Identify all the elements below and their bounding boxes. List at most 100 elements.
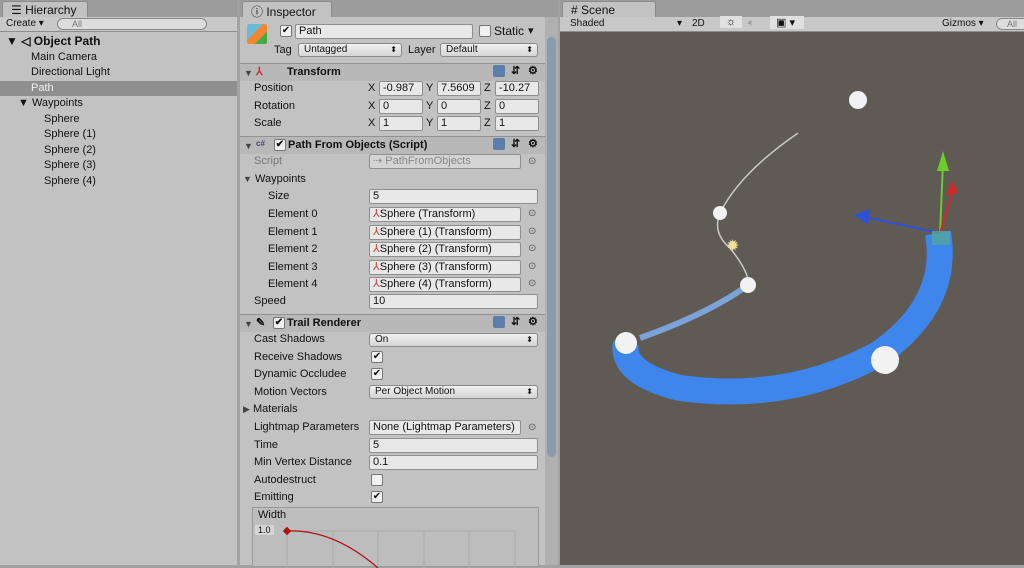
active-checkbox[interactable]: ✔	[280, 25, 292, 37]
layer-dropdown[interactable]: Default	[440, 43, 538, 57]
hierarchy-item[interactable]: Sphere	[0, 112, 237, 127]
axis-label: Y	[426, 99, 434, 112]
object-picker-icon[interactable]: ⊙	[528, 261, 536, 272]
width-curve-editor[interactable]: Width 1.0	[252, 507, 539, 568]
axis-label: Y	[426, 117, 434, 129]
2d-toggle[interactable]: 2D	[692, 18, 705, 29]
hierarchy-item-selected[interactable]: Path	[0, 81, 237, 96]
transform-scale-y-field[interactable]: 1	[437, 116, 481, 131]
element-label: Element 1	[268, 225, 318, 238]
element-object-field[interactable]: ⅄Sphere (3) (Transform)	[369, 259, 521, 275]
trail-thin	[716, 132, 799, 286]
waypoint-sphere[interactable]	[849, 91, 867, 109]
audio-toggle-icon[interactable]: 🔈︎	[748, 17, 755, 30]
tag-dropdown[interactable]: Untagged	[298, 43, 402, 57]
waypoint-sphere[interactable]	[740, 277, 756, 293]
waypoint-sphere[interactable]	[713, 206, 727, 220]
emitting-checkbox[interactable]: ✔	[371, 491, 383, 503]
hierarchy-item[interactable]: Sphere (4)	[0, 174, 237, 189]
tab-hierarchy[interactable]: ☰ Hierarchy	[2, 1, 88, 17]
hierarchy-item[interactable]: Main Camera	[0, 50, 237, 65]
shading-dropdown[interactable]: Shaded ▾	[570, 18, 682, 29]
axis-label: Y	[426, 82, 434, 94]
scene-search-input[interactable]	[996, 18, 1024, 30]
help-icon[interactable]	[493, 65, 505, 77]
scene-viewport[interactable]: ✹	[560, 33, 1024, 565]
gear-icon[interactable]: ⚙	[528, 137, 538, 150]
light-gizmo-icon[interactable]: ✹	[726, 238, 739, 255]
hierarchy-item[interactable]: Sphere (3)	[0, 158, 237, 173]
gizmos-dropdown[interactable]: Gizmos ▾	[942, 18, 984, 29]
hierarchy-item[interactable]: ▼ Waypoints	[0, 96, 237, 111]
element-object-field[interactable]: ⅄Sphere (Transform)	[369, 207, 521, 222]
receive-shadows-checkbox[interactable]: ✔	[371, 351, 383, 363]
lightmap-field[interactable]: None (Lightmap Parameters)	[369, 420, 521, 435]
transform-position-z-field[interactable]: -10.27	[495, 81, 539, 96]
effects-toggle-icon[interactable]: ▣ ▾	[770, 16, 804, 29]
path-script-header[interactable]: ▼ c# ✔ Path From Objects (Script) ⇵ ⚙	[240, 136, 545, 154]
name-field[interactable]: Path	[295, 24, 473, 39]
hierarchy-item[interactable]: Sphere (2)	[0, 143, 237, 158]
hierarchy-item[interactable]: Directional Light	[0, 65, 237, 80]
object-picker-icon[interactable]: ⊙	[528, 208, 536, 219]
gear-icon[interactable]: ⚙	[528, 64, 538, 77]
transform-position-x-field[interactable]: -0.987	[379, 81, 423, 96]
axis-label: X	[368, 82, 376, 94]
preset-icon[interactable]: ⇵	[511, 315, 520, 328]
object-picker-icon[interactable]: ⊙	[528, 226, 536, 237]
trail-mid	[638, 282, 750, 341]
motion-vectors-label: Motion Vectors	[254, 386, 327, 398]
script-enabled-checkbox[interactable]: ✔	[274, 139, 286, 151]
scene-root[interactable]: ▼ ◁ Object Path	[0, 34, 237, 49]
element-object-field[interactable]: ⅄Sphere (4) (Transform)	[369, 277, 521, 292]
trail-enabled-checkbox[interactable]: ✔	[273, 317, 285, 329]
waypoint-sphere[interactable]	[615, 332, 637, 354]
autodestruct-checkbox[interactable]	[371, 474, 383, 486]
motion-vectors-dropdown[interactable]: Per Object Motion	[369, 385, 538, 399]
transform-scale-z-field[interactable]: 1	[495, 116, 539, 131]
transform-position-label: Position	[254, 82, 294, 94]
transform-header[interactable]: ▼ ⅄ Transform ⇵ ⚙	[240, 63, 545, 81]
element-label: Element 4	[268, 278, 318, 290]
speed-field[interactable]: 10	[369, 294, 538, 309]
create-button[interactable]: Create ▾	[6, 18, 44, 29]
time-field[interactable]: 5	[369, 438, 538, 453]
transform-rotation-z-field[interactable]: 0	[495, 98, 539, 114]
transform-rotation-x-field[interactable]: 0	[379, 98, 423, 114]
waypoints-foldout[interactable]: ▼ Waypoints	[243, 171, 306, 187]
min-vertex-field[interactable]: 0.1	[369, 455, 538, 470]
preset-icon[interactable]: ⇵	[511, 64, 520, 77]
object-picker-icon[interactable]: ⊙	[528, 243, 536, 254]
preset-icon[interactable]: ⇵	[511, 137, 520, 150]
element-object-field[interactable]: ⅄Sphere (2) (Transform)	[369, 242, 521, 257]
list-icon: ☰	[11, 3, 26, 17]
materials-foldout[interactable]: ▶ Materials	[243, 401, 298, 417]
static-dropdown[interactable]: ▾	[528, 23, 534, 39]
transform-rotation-y-field[interactable]: 0	[437, 98, 481, 114]
hierarchy-item[interactable]: Sphere (1)	[0, 127, 237, 142]
cast-shadows-dropdown[interactable]: On	[369, 333, 538, 347]
transform-scale-x-field[interactable]: 1	[379, 116, 423, 131]
scrollbar[interactable]	[545, 17, 558, 565]
transform-icon: ⅄	[256, 66, 263, 78]
trail-renderer-header[interactable]: ▼ ✎ ✔ Trail Renderer ⇵ ⚙	[240, 314, 545, 332]
static-checkbox[interactable]	[479, 25, 491, 37]
move-gizmo[interactable]	[854, 151, 958, 245]
hierarchy-search-input[interactable]	[57, 18, 207, 30]
info-icon: ⓘ	[251, 5, 267, 19]
axis-label: Z	[484, 99, 491, 112]
gear-icon[interactable]: ⚙	[528, 315, 538, 328]
object-picker-icon[interactable]: ⊙	[528, 278, 536, 289]
size-field[interactable]: 5	[369, 189, 538, 204]
tab-inspector[interactable]: ⓘ Inspector	[242, 1, 332, 19]
waypoint-sphere[interactable]	[871, 346, 899, 374]
cast-shadows-label: Cast Shadows	[254, 333, 325, 345]
dynamic-occludee-checkbox[interactable]: ✔	[371, 368, 383, 380]
help-icon[interactable]	[493, 316, 505, 328]
transform-position-y-field[interactable]: 7.5609	[437, 81, 481, 96]
help-icon[interactable]	[493, 138, 505, 150]
lightmap-label: Lightmap Parameters	[254, 421, 360, 433]
lighting-toggle-icon[interactable]: ☼	[720, 16, 742, 28]
element-object-field[interactable]: ⅄Sphere (1) (Transform)	[369, 224, 521, 240]
tab-scene[interactable]: # Scene	[562, 1, 656, 17]
